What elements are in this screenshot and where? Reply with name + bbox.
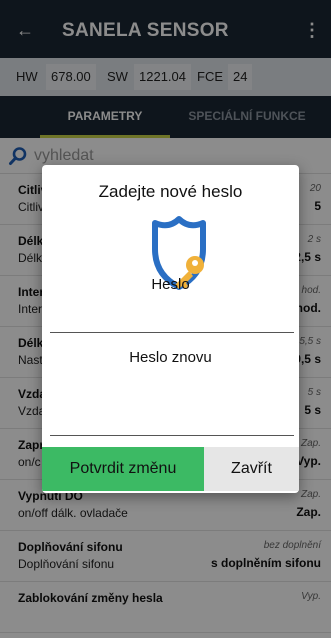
- password-again-label: Heslo znovu: [129, 349, 212, 366]
- password-underline: [50, 332, 294, 333]
- change-password-dialog: Zadejte nové heslo Heslo Heslo znovu Pot…: [42, 165, 299, 493]
- dialog-title: Zadejte nové heslo: [98, 182, 243, 201]
- close-button[interactable]: Zavřít: [204, 447, 299, 491]
- password-field[interactable]: [50, 305, 294, 331]
- confirm-button[interactable]: Potvrdit změnu: [42, 447, 204, 491]
- password-label: Heslo: [151, 276, 190, 293]
- password-again-field[interactable]: [50, 408, 294, 434]
- password-again-underline: [50, 435, 294, 436]
